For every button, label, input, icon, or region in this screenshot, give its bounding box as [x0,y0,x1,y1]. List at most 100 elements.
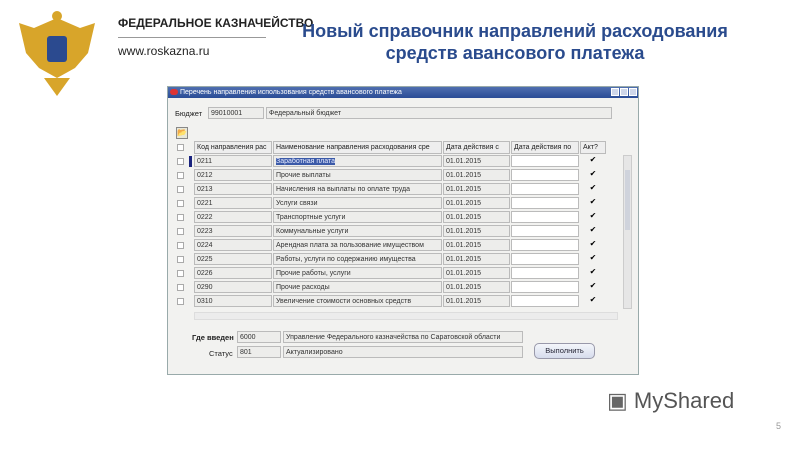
horizontal-scrollbar[interactable] [194,312,618,320]
cell-date-to[interactable] [511,183,579,195]
row-checkbox[interactable] [177,270,184,277]
status-label: Статус [209,349,233,358]
cell-code[interactable]: 0222 [194,211,272,223]
budget-name-field[interactable]: Федеральный бюджет [266,107,612,119]
table-row[interactable]: 0222 Транспортные услуги 01.01.2015 ✔ [168,211,618,224]
table-row[interactable]: 0224 Арендная плата за пользование имуще… [168,239,618,252]
row-checkbox[interactable] [177,298,184,305]
cell-date-to[interactable] [511,239,579,251]
active-checkmark[interactable]: ✔ [580,281,606,290]
cell-date-to[interactable] [511,211,579,223]
cell-date-from[interactable]: 01.01.2015 [443,295,510,307]
col-header-code[interactable]: Код направления рас [194,141,272,154]
active-checkmark[interactable]: ✔ [580,211,606,220]
cell-name[interactable]: Заработная плата [273,155,442,167]
cell-date-from[interactable]: 01.01.2015 [443,197,510,209]
cell-name[interactable]: Прочие выплаты [273,169,442,181]
table-row[interactable]: 0225 Работы, услуги по содержанию имущес… [168,253,618,266]
cell-name[interactable]: Транспортные услуги [273,211,442,223]
cell-code[interactable]: 0310 [194,295,272,307]
cell-code[interactable]: 0226 [194,267,272,279]
table-row[interactable]: 0211 Заработная плата 01.01.2015 ✔ [168,155,618,168]
row-checkbox[interactable] [177,228,184,235]
cell-date-to[interactable] [511,225,579,237]
table-row[interactable]: 0223 Коммунальные услуги 01.01.2015 ✔ [168,225,618,238]
cell-code[interactable]: 0290 [194,281,272,293]
org-url[interactable]: www.roskazna.ru [118,44,209,58]
cell-date-from[interactable]: 01.01.2015 [443,183,510,195]
active-checkmark[interactable]: ✔ [580,155,606,164]
table-row[interactable]: 0310 Увеличение стоимости основных средс… [168,295,618,308]
col-header-active[interactable]: Акт? [580,141,606,154]
cell-date-to[interactable] [511,295,579,307]
cell-date-to[interactable] [511,169,579,181]
cell-date-to[interactable] [511,253,579,265]
cell-name[interactable]: Прочие расходы [273,281,442,293]
close-icon[interactable] [629,88,637,96]
execute-button[interactable]: Выполнить [534,343,595,359]
cell-date-from[interactable]: 01.01.2015 [443,211,510,223]
row-checkbox[interactable] [177,242,184,249]
table-row[interactable]: 0290 Прочие расходы 01.01.2015 ✔ [168,281,618,294]
cell-code[interactable]: 0213 [194,183,272,195]
active-checkmark[interactable]: ✔ [580,169,606,178]
cell-name[interactable]: Коммунальные услуги [273,225,442,237]
active-checkmark[interactable]: ✔ [580,295,606,304]
cell-date-from[interactable]: 01.01.2015 [443,253,510,265]
cell-name[interactable]: Работы, услуги по содержанию имущества [273,253,442,265]
active-checkmark[interactable]: ✔ [580,267,606,276]
cell-code[interactable]: 0212 [194,169,272,181]
cell-date-from[interactable]: 01.01.2015 [443,225,510,237]
row-checkbox[interactable] [177,158,184,165]
cell-name[interactable]: Арендная плата за пользование имуществом [273,239,442,251]
col-header-name[interactable]: Наименование направления расходования ср… [273,141,442,154]
row-checkbox[interactable] [177,172,184,179]
cell-date-from[interactable]: 01.01.2015 [443,169,510,181]
status-name-field[interactable]: Актуализировано [283,346,523,358]
cell-code[interactable]: 0225 [194,253,272,265]
maximize-icon[interactable] [620,88,628,96]
active-checkmark[interactable]: ✔ [580,225,606,234]
table-row[interactable]: 0226 Прочие работы, услуги 01.01.2015 ✔ [168,267,618,280]
active-checkmark[interactable]: ✔ [580,183,606,192]
cell-date-from[interactable]: 01.01.2015 [443,155,510,167]
col-header-date-from[interactable]: Дата действия с [443,141,510,154]
cell-date-from[interactable]: 01.01.2015 [443,281,510,293]
cell-name[interactable]: Увеличение стоимости основных средств [273,295,442,307]
table-row[interactable]: 0213 Начисления на выплаты по оплате тру… [168,183,618,196]
table-row[interactable]: 0212 Прочие выплаты 01.01.2015 ✔ [168,169,618,182]
active-checkmark[interactable]: ✔ [580,239,606,248]
window-titlebar[interactable]: Перечень направления использования средс… [168,87,638,98]
cell-name[interactable]: Начисления на выплаты по оплате труда [273,183,442,195]
row-checkbox[interactable] [177,284,184,291]
row-checkbox[interactable] [177,200,184,207]
cell-date-to[interactable] [511,197,579,209]
active-checkmark[interactable]: ✔ [580,197,606,206]
cell-date-to[interactable] [511,281,579,293]
cell-date-from[interactable]: 01.01.2015 [443,267,510,279]
row-checkbox[interactable] [177,186,184,193]
row-checkbox[interactable] [177,256,184,263]
table-row[interactable]: 0221 Услуги связи 01.01.2015 ✔ [168,197,618,210]
folder-icon[interactable]: 📂 [176,127,188,139]
active-checkmark[interactable]: ✔ [580,253,606,262]
cell-date-to[interactable] [511,267,579,279]
cell-name[interactable]: Прочие работы, услуги [273,267,442,279]
row-checkbox[interactable] [177,214,184,221]
cell-code[interactable]: 0211 [194,155,272,167]
cell-code[interactable]: 0221 [194,197,272,209]
cell-date-to[interactable] [511,155,579,167]
scrollbar-thumb[interactable] [625,170,630,230]
select-all-checkbox[interactable] [177,144,184,151]
budget-code-field[interactable]: 99010001 [208,107,264,119]
where-code-field[interactable]: 6000 [237,331,281,343]
minimize-icon[interactable] [611,88,619,96]
cell-date-from[interactable]: 01.01.2015 [443,239,510,251]
cell-code[interactable]: 0223 [194,225,272,237]
col-header-date-to[interactable]: Дата действия по [511,141,579,154]
cell-code[interactable]: 0224 [194,239,272,251]
where-name-field[interactable]: Управление Федерального казначейства по … [283,331,523,343]
cell-name[interactable]: Услуги связи [273,197,442,209]
status-code-field[interactable]: 801 [237,346,281,358]
vertical-scrollbar[interactable] [623,155,632,309]
